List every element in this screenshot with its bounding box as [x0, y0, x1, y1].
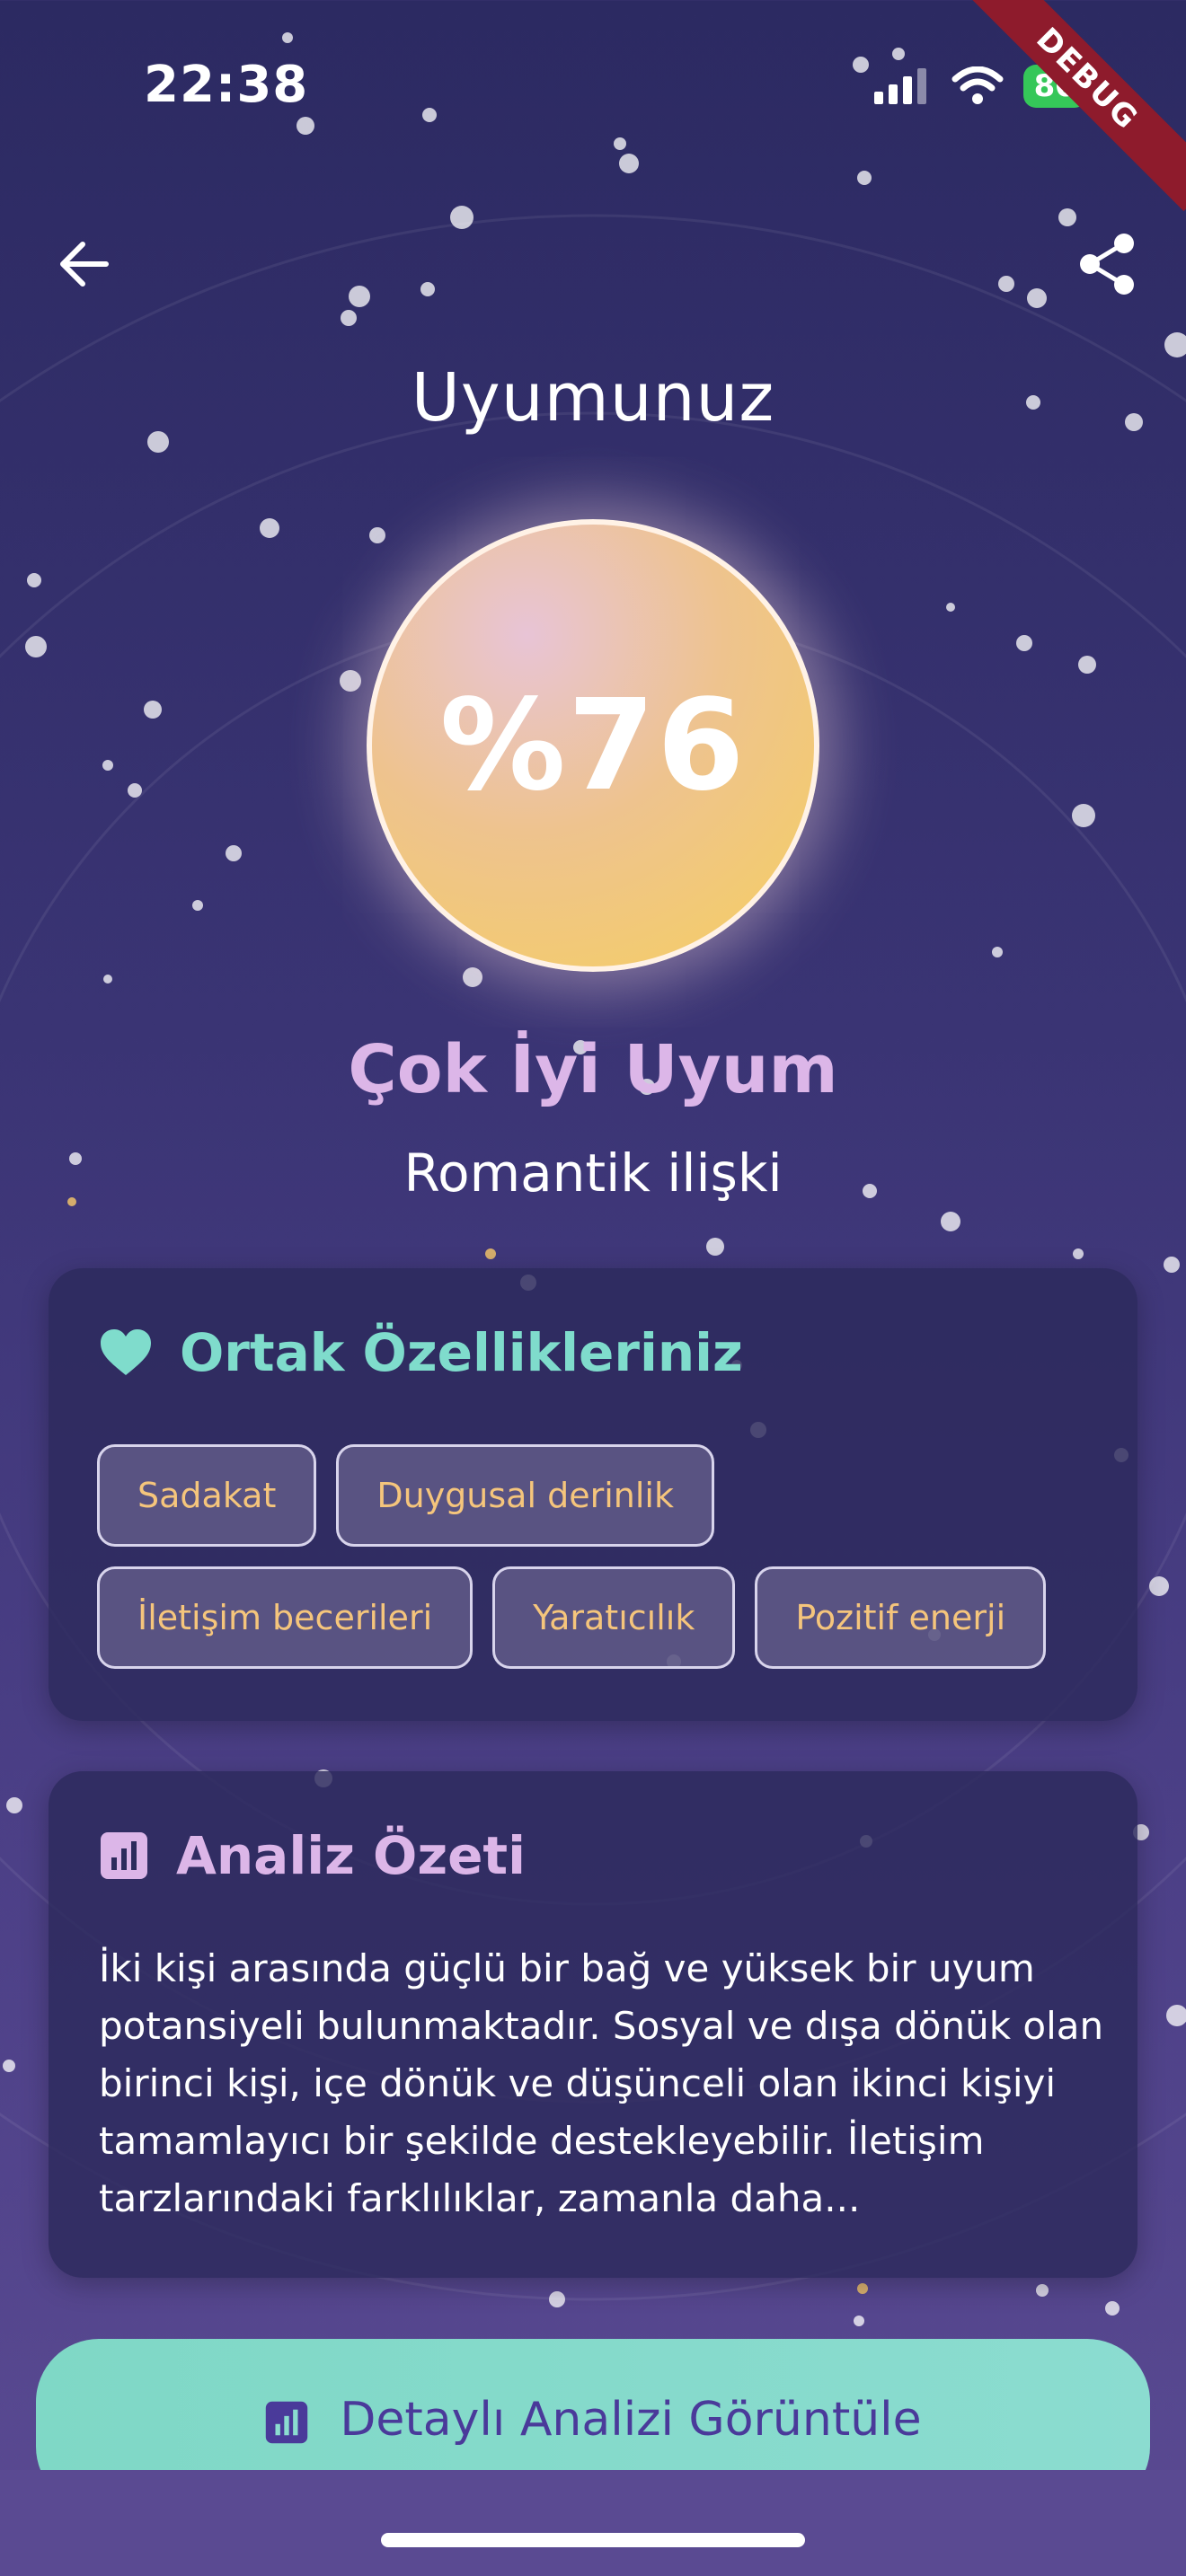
- share-button[interactable]: [1075, 232, 1139, 296]
- share-icon: [1080, 234, 1134, 295]
- home-indicator[interactable]: [381, 2533, 805, 2547]
- trait-chip-list: Sadakat Duygusal derinlik İletişim becer…: [97, 1444, 1103, 1669]
- trait-chip[interactable]: Yaratıcılık: [492, 1566, 736, 1669]
- arrow-left-icon: [60, 242, 109, 287]
- compatibility-score-circle: %76: [367, 519, 819, 972]
- trait-chip[interactable]: Pozitif enerji: [755, 1566, 1047, 1669]
- page-title: Uyumunuz: [411, 359, 775, 437]
- bar-chart-icon: [101, 1832, 147, 1879]
- back-button[interactable]: [52, 232, 117, 296]
- trait-chip[interactable]: İletişim becerileri: [97, 1566, 474, 1669]
- analysis-summary-card: Analiz Özeti İki kişi arasında güçlü bir…: [49, 1771, 1137, 2278]
- compatibility-level: Çok İyi Uyum: [348, 1031, 838, 1108]
- bar-chart-icon: [266, 2401, 308, 2444]
- heart-icon: [101, 1329, 151, 1375]
- compatibility-score: %76: [439, 672, 747, 819]
- analysis-summary-text: İki kişi arasında güçlü bir bağ ve yükse…: [99, 1946, 1104, 2220]
- common-traits-header: Ortak Özellikleriniz: [99, 1322, 743, 1383]
- trait-chip[interactable]: Sadakat: [97, 1444, 317, 1547]
- analysis-summary-header: Analiz Özeti: [99, 1825, 526, 1886]
- bottom-safe-area: [0, 2470, 1186, 2576]
- analysis-summary-title: Analiz Özeti: [176, 1825, 527, 1886]
- common-traits-card: Ortak Özellikleriniz Sadakat Duygusal de…: [49, 1268, 1137, 1721]
- relationship-type: Romantik ilişki: [403, 1142, 783, 1204]
- wifi-icon: [951, 66, 1004, 104]
- common-traits-title: Ortak Özellikleriniz: [180, 1322, 743, 1383]
- trait-chip[interactable]: Duygusal derinlik: [336, 1444, 714, 1547]
- view-detailed-analysis-label: Detaylı Analizi Görüntüle: [340, 2393, 922, 2447]
- signal-icon: [873, 68, 926, 104]
- status-time: 22:38: [144, 56, 309, 114]
